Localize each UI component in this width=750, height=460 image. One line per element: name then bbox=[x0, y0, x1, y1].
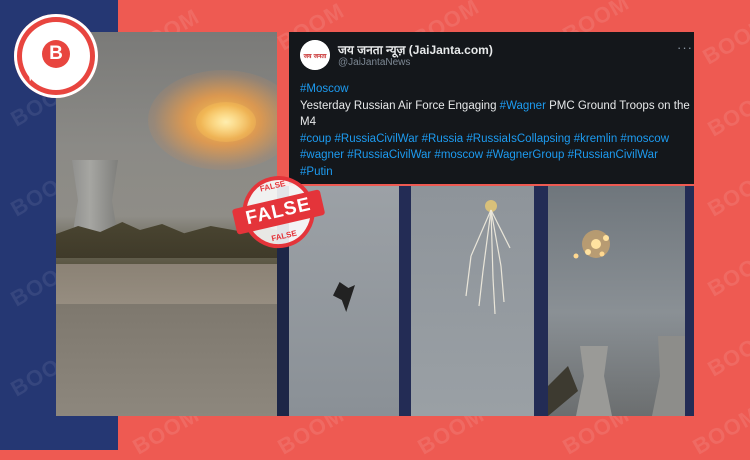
boom-watermark: BOOM bbox=[698, 11, 750, 70]
tweet-hashtags[interactable]: #coup #RussiaCivilWar #Russia #RussiaIsC… bbox=[300, 133, 669, 178]
road bbox=[56, 264, 277, 304]
video-frame-explosions bbox=[548, 186, 685, 416]
video-divider-2 bbox=[534, 186, 548, 416]
boom-watermark: BOOM bbox=[703, 83, 750, 142]
tweet-handle[interactable]: @JaiJantaNews bbox=[338, 57, 410, 68]
video-divider bbox=[399, 186, 411, 416]
boom-watermark: BOOM bbox=[688, 401, 750, 460]
channel-avatar[interactable]: जय जनता bbox=[300, 40, 330, 70]
more-options-icon[interactable]: ··· bbox=[677, 40, 693, 55]
falling-aircraft bbox=[333, 282, 355, 312]
boom-watermark: BOOM bbox=[703, 243, 750, 302]
badge-letter: B bbox=[42, 40, 70, 68]
hashtag-wagner[interactable]: #Wagner bbox=[500, 100, 546, 112]
boom-watermark: BOOM bbox=[703, 323, 750, 382]
flares-graphic bbox=[465, 200, 511, 315]
boom-watermark: BOOM bbox=[703, 163, 750, 222]
video-divider-3 bbox=[685, 186, 694, 416]
tweet-body: #Moscow Yesterday Russian Air Force Enga… bbox=[300, 81, 690, 180]
explosions-graphic bbox=[548, 230, 685, 416]
tweet-display-name[interactable]: जय जनता न्यूज़ (JaiJanta.com) bbox=[338, 41, 493, 58]
hashtag-moscow[interactable]: #Moscow bbox=[300, 83, 349, 95]
tweet-text-before: Yesterday Russian Air Force Engaging bbox=[300, 99, 500, 112]
video-frame-flares bbox=[411, 186, 534, 416]
boom-fact-check-logo: BOOM B FACT CHECK bbox=[14, 14, 98, 98]
ground bbox=[56, 304, 277, 416]
svg-text:जय जनता: जय जनता bbox=[303, 53, 327, 60]
